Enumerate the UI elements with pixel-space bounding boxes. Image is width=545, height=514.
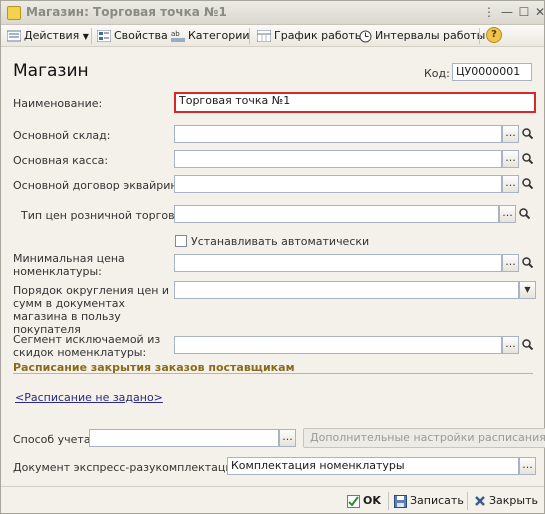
svg-text:ab: ab (171, 30, 180, 38)
toolbar-divider (479, 28, 480, 44)
cashbox-select-button[interactable]: ... (502, 150, 519, 168)
properties-button[interactable]: Свойства (97, 28, 168, 44)
title-bar: Магазин: Торговая точка №1 ⋮ — ☐ ✕ (1, 1, 545, 25)
price-type-search-icon[interactable] (516, 205, 533, 223)
toolbar-divider (91, 28, 92, 44)
footer-divider (388, 492, 389, 510)
segment-select-button[interactable]: ... (502, 336, 519, 354)
cashbox-input[interactable] (174, 150, 502, 168)
price-type-label: Тип цен розничной торговли: (21, 209, 193, 222)
ok-button[interactable]: OK (347, 492, 381, 510)
close-button[interactable]: Закрыть (474, 492, 538, 510)
price-type-input[interactable] (174, 205, 499, 223)
ok-label: OK (363, 494, 381, 507)
segment-label: Сегмент исключаемой из скидок номенклату… (13, 333, 161, 359)
properties-icon (97, 30, 111, 42)
schedule-label: График работы (274, 29, 364, 42)
express-label: Документ экспресс-разукомплектации: (13, 461, 244, 474)
categories-button[interactable]: ab Категории (171, 28, 250, 44)
min-price-select-button[interactable]: ... (502, 254, 519, 272)
acquiring-input[interactable] (174, 175, 502, 193)
close-label: Закрыть (489, 494, 538, 507)
clock-icon (359, 30, 372, 42)
accounting-label: Способ учета: (13, 433, 95, 446)
rounding-label: Порядок округления цен и сумм в документ… (13, 284, 170, 336)
intervals-label: Интервалы работы (375, 29, 486, 42)
acquiring-select-button[interactable]: ... (502, 175, 519, 193)
code-field[interactable]: ЦУ0000001 (452, 63, 532, 81)
calendar-icon (257, 30, 271, 42)
cashbox-search-icon[interactable] (519, 150, 536, 168)
actions-label: Действия (24, 29, 80, 42)
acquiring-search-icon[interactable] (519, 175, 536, 193)
dropdown-arrow-icon: ▼ (82, 32, 89, 41)
actions-icon (7, 30, 21, 42)
close-window-icon[interactable]: ✕ (532, 4, 545, 20)
cashbox-label: Основная касса: (13, 154, 109, 167)
min-price-search-icon[interactable] (519, 254, 536, 272)
code-label: Код: (424, 67, 450, 80)
close-x-icon (475, 496, 485, 506)
acquiring-label: Основной договор эквайринга: (13, 179, 194, 192)
store-form-window: Магазин: Торговая точка №1 ⋮ — ☐ ✕ Дейст… (0, 0, 545, 514)
window-title: Магазин: Торговая точка №1 (26, 5, 227, 19)
maximize-icon[interactable]: ☐ (516, 4, 532, 20)
floppy-disk-icon (394, 494, 407, 508)
warehouse-label: Основной склад: (13, 129, 111, 142)
additional-settings-button[interactable]: Дополнительные настройки расписания ... (303, 428, 545, 448)
warehouse-input[interactable] (174, 125, 502, 143)
min-price-label: Минимальная цена номенклатуры: (13, 252, 125, 278)
app-icon (7, 6, 21, 20)
save-label: Записать (410, 494, 464, 507)
toolbar: Действия ▼ Свойства ab Категории График р… (1, 25, 544, 47)
menu-icon[interactable]: ⋮ (481, 4, 497, 20)
schedule-link[interactable]: <Расписание не задано> (15, 391, 163, 404)
warehouse-search-icon[interactable] (519, 125, 536, 143)
accounting-input[interactable] (89, 429, 279, 447)
express-input[interactable]: Комплектация номенклатуры (227, 457, 519, 475)
accounting-select-button[interactable]: ... (279, 429, 296, 447)
intervals-button[interactable]: Интервалы работы (359, 28, 485, 44)
warehouse-select-button[interactable]: ... (502, 125, 519, 143)
minimize-icon[interactable]: — (499, 4, 515, 20)
help-icon[interactable]: ? (486, 27, 502, 43)
name-input[interactable]: Торговая точка №1 (174, 92, 536, 113)
ok-check-icon (347, 494, 360, 508)
categories-label: Категории (188, 29, 250, 42)
save-button[interactable]: Записать (394, 492, 464, 510)
min-price-input[interactable] (174, 254, 502, 272)
express-select-button[interactable]: ... (519, 457, 536, 475)
segment-search-icon[interactable] (519, 336, 536, 354)
footer-bar: OK Записать Закрыть (1, 486, 544, 513)
toolbar-divider (249, 28, 250, 44)
actions-menu[interactable]: Действия ▼ (7, 28, 89, 44)
properties-label: Свойства (114, 29, 168, 42)
price-type-select-button[interactable]: ... (499, 205, 516, 223)
auto-checkbox[interactable] (175, 235, 187, 247)
section-divider (13, 373, 533, 374)
auto-checkbox-label: Устанавливать автоматически (191, 235, 370, 248)
rounding-dropdown-icon[interactable]: ▼ (519, 281, 536, 299)
page-title: Магазин (13, 61, 89, 81)
schedule-button[interactable]: График работы (257, 28, 363, 44)
segment-input[interactable] (174, 336, 502, 354)
rounding-select[interactable] (174, 281, 519, 299)
name-label: Наименование: (13, 97, 103, 110)
categories-icon: ab (171, 30, 185, 42)
footer-divider (467, 492, 468, 510)
